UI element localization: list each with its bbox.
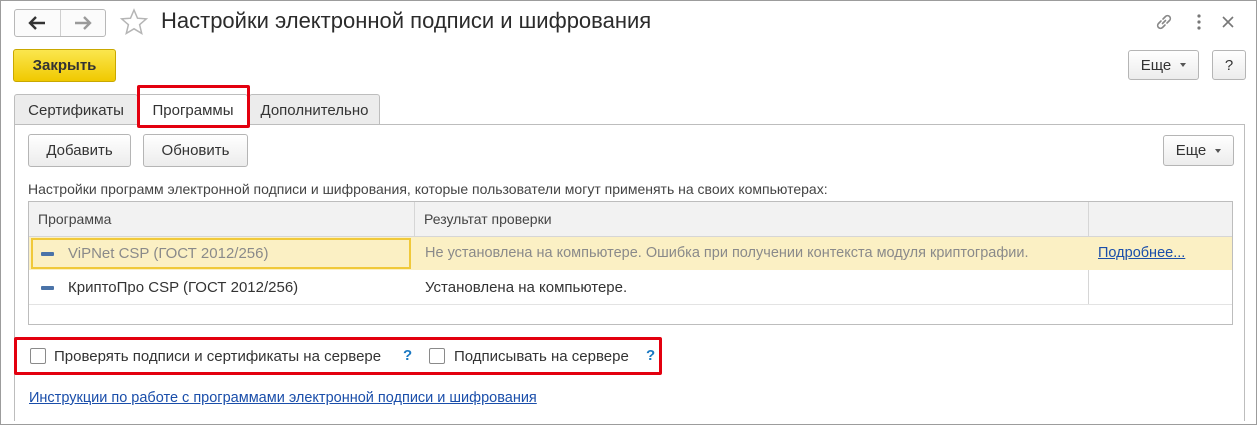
column-divider [414,202,415,236]
more-button[interactable]: Еще [1128,50,1199,80]
vertical-dots-icon[interactable] [1188,11,1210,33]
star-icon[interactable] [119,7,149,37]
table-row[interactable]: ViPNet CSP (ГОСТ 2012/256) Не установлен… [29,237,1232,270]
navigation-buttons [14,9,106,37]
programs-table: Программа Результат проверки ViPNet CSP … [28,201,1233,325]
row-marker-icon [41,286,54,290]
tab-additional[interactable]: Дополнительно [249,94,380,125]
table-row[interactable]: КриптоПро CSP (ГОСТ 2012/256) Установлен… [29,271,1232,305]
refresh-button[interactable]: Обновить [143,134,248,167]
help-button[interactable]: ? [1212,50,1246,80]
arrow-right-icon [74,16,92,30]
check-result: Установлена на компьютере. [425,279,628,296]
forward-button[interactable] [59,10,106,36]
verify-on-server-checkbox[interactable] [30,348,46,364]
add-button[interactable]: Добавить [28,134,131,167]
more-button-label: Еще [1140,56,1172,74]
instructions-link[interactable]: Инструкции по работе с программами элект… [29,390,537,406]
arrow-left-icon [28,16,46,30]
programs-description: Настройки программ электронной подписи и… [28,181,828,197]
verify-on-server-label[interactable]: Проверять подписи и сертификаты на серве… [54,348,381,365]
settings-window: Настройки электронной подписи и шифрован… [0,0,1257,425]
programs-more-label: Еще [1175,142,1207,159]
tab-programs[interactable]: Программы [138,94,248,126]
sign-help-icon[interactable]: ? [646,347,655,364]
check-result: Не установлена на компьютере. Ошибка при… [425,245,1029,261]
column-result[interactable]: Результат проверки [415,202,1088,236]
link-icon[interactable] [1153,11,1175,33]
details-link[interactable]: Подробнее... [1098,237,1185,270]
verify-help-icon[interactable]: ? [403,347,412,364]
column-program[interactable]: Программа [29,202,414,236]
table-header: Программа Результат проверки [29,202,1232,237]
row-marker-icon [41,252,54,256]
tab-certificates[interactable]: Сертификаты [14,94,138,125]
sign-on-server-checkbox[interactable] [429,348,445,364]
window-title: Настройки электронной подписи и шифрован… [161,8,652,33]
sign-on-server-label[interactable]: Подписывать на сервере [454,348,629,365]
programs-more-button[interactable]: Еще [1163,135,1234,166]
back-button[interactable] [15,10,60,36]
program-name: ViPNet CSP (ГОСТ 2012/256) [68,245,269,262]
close-button[interactable]: Закрыть [13,49,116,82]
chevron-down-icon [1215,148,1222,153]
chevron-down-icon [1180,63,1187,67]
program-name: КриптоПро CSP (ГОСТ 2012/256) [68,279,299,296]
close-icon[interactable] [1217,11,1239,33]
